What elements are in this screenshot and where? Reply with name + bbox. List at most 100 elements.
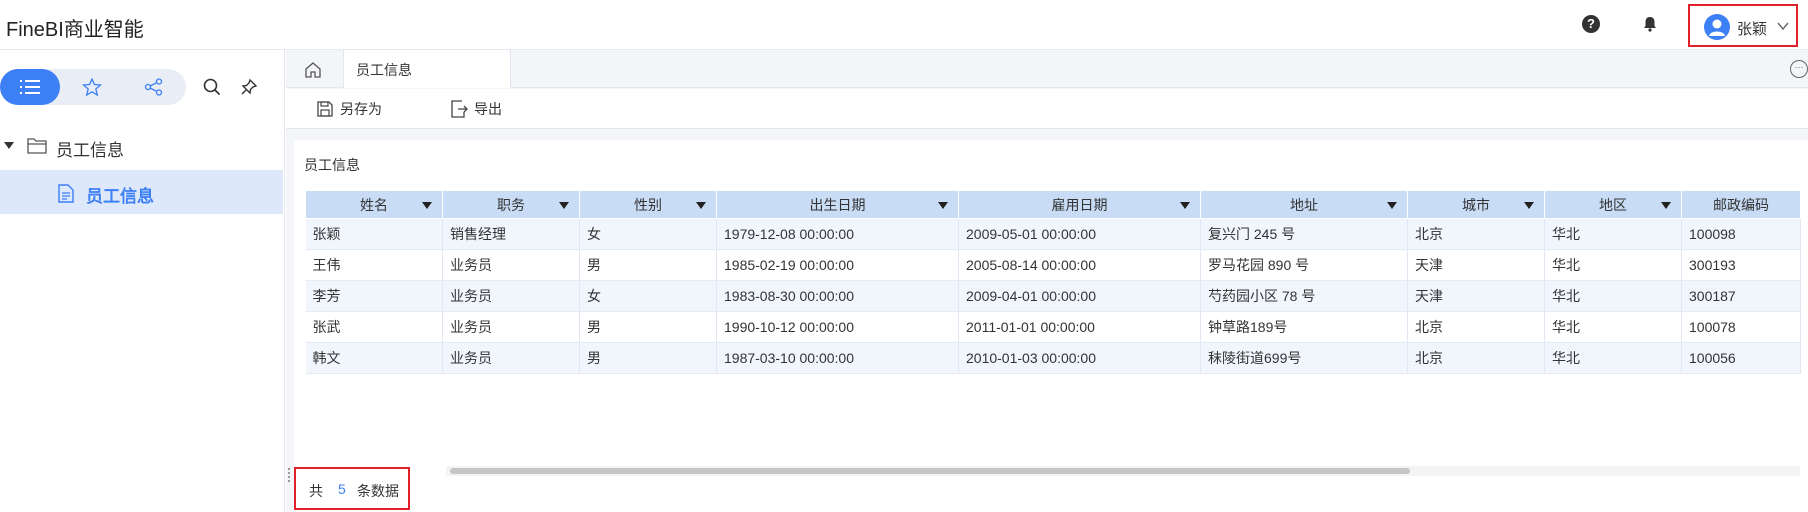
column-header[interactable]: 城市 <box>1407 190 1545 219</box>
table-cell: 2010-01-03 00:00:00 <box>958 342 1201 374</box>
table-cell: 100056 <box>1681 342 1801 374</box>
table-cell: 1985-02-19 00:00:00 <box>716 249 959 281</box>
column-header-label: 地址 <box>1290 196 1318 213</box>
sort-caret-icon[interactable] <box>696 202 706 209</box>
column-header[interactable]: 地区 <box>1544 190 1682 219</box>
sort-caret-icon[interactable] <box>1387 202 1397 209</box>
column-header[interactable]: 雇用日期 <box>958 190 1201 219</box>
user-menu[interactable]: 张颖 <box>1688 4 1798 47</box>
home-icon <box>305 62 321 78</box>
table-cell: 李芳 <box>305 280 443 312</box>
horizontal-scrollbar[interactable] <box>446 466 1800 476</box>
sort-caret-icon[interactable] <box>559 202 569 209</box>
table-cell: 300187 <box>1681 280 1801 312</box>
tree-item-label: 员工信息 <box>86 187 154 206</box>
table-cell: 王伟 <box>305 249 443 281</box>
table-cell: 女 <box>579 280 717 312</box>
sidebar-tab-list[interactable] <box>0 69 60 105</box>
table-cell: 男 <box>579 342 717 374</box>
list-icon <box>20 80 40 94</box>
data-table: 姓名 职务 性别 出生日期 雇用日期 地址 城市 地区 邮政编码 张颖 销售经理女 1979-12-… <box>305 190 1801 374</box>
table-cell: 销售经理 <box>442 218 580 250</box>
table-cell: 1979-12-08 00:00:00 <box>716 218 959 250</box>
caret-down-icon[interactable] <box>4 140 14 150</box>
column-header[interactable]: 出生日期 <box>716 190 959 219</box>
table-cell: 2009-04-01 00:00:00 <box>958 280 1201 312</box>
footer-count: 5 <box>338 481 346 497</box>
save-as-button[interactable]: 另存为 <box>316 89 382 129</box>
table-cell: 1990-10-12 00:00:00 <box>716 311 959 343</box>
tab-home[interactable] <box>286 50 343 88</box>
column-header[interactable]: 邮政编码 <box>1681 190 1801 219</box>
user-icon <box>1709 19 1725 36</box>
tab-bar: 员工信息 ··· <box>286 50 1808 88</box>
table-cell: 2005-08-14 00:00:00 <box>958 249 1201 281</box>
help-icon[interactable]: ? <box>1582 15 1600 33</box>
column-header[interactable]: 性别 <box>579 190 717 219</box>
table-cell: 女 <box>579 218 717 250</box>
sort-caret-icon[interactable] <box>1661 202 1671 209</box>
tree-folder-employee[interactable]: 员工信息 <box>0 128 285 162</box>
table-body: 张颖 销售经理女 1979-12-08 00:00:00 2009-05-01 00:… <box>305 218 1801 374</box>
star-icon[interactable] <box>82 78 102 96</box>
toolbar: 另存为 导出 <box>286 89 1808 129</box>
pin-icon[interactable] <box>240 78 258 96</box>
table-cell: 业务员 <box>442 342 580 374</box>
table-cell: 100078 <box>1681 311 1801 343</box>
bell-icon[interactable] <box>1641 15 1659 33</box>
tree-item-employee[interactable]: 员工信息 <box>0 170 283 214</box>
table-cell: 北京 <box>1407 342 1545 374</box>
export-button[interactable]: 导出 <box>450 89 502 129</box>
sort-caret-icon[interactable] <box>938 202 948 209</box>
table-cell: 天津 <box>1407 280 1545 312</box>
sort-caret-icon[interactable] <box>422 202 432 209</box>
table-cell: 复兴门 245 号 <box>1200 218 1408 250</box>
column-header-label: 职务 <box>497 196 525 213</box>
column-header-label: 姓名 <box>360 196 388 213</box>
table-cell: 钟草路189号 <box>1200 311 1408 343</box>
app-title: FineBI商业智能 <box>6 19 144 41</box>
table-row[interactable]: 李芳 业务员女 1983-08-30 00:00:00 2009-04-01 00:0… <box>305 280 1801 312</box>
avatar <box>1704 14 1730 40</box>
table-cell: 天津 <box>1407 249 1545 281</box>
table-row[interactable]: 韩文 业务员男 1987-03-10 00:00:00 2010-01-03 00:0… <box>305 342 1801 374</box>
sort-caret-icon[interactable] <box>1180 202 1190 209</box>
column-header-label: 性别 <box>634 196 662 213</box>
footer-suffix: 条数据 <box>357 483 399 499</box>
column-header[interactable]: 地址 <box>1200 190 1408 219</box>
table-row[interactable]: 张武 业务员男 1990-10-12 00:00:00 2011-01-01 00:0… <box>305 311 1801 343</box>
table-cell: 北京 <box>1407 218 1545 250</box>
table-cell: 华北 <box>1544 342 1682 374</box>
scrollbar-thumb[interactable] <box>450 468 1410 474</box>
table-row[interactable]: 王伟 业务员男 1985-02-19 00:00:00 2005-08-14 00:0… <box>305 249 1801 281</box>
sort-caret-icon[interactable] <box>1524 202 1534 209</box>
column-header-label: 出生日期 <box>809 196 866 213</box>
share-icon[interactable] <box>144 78 164 96</box>
export-label: 导出 <box>474 101 502 117</box>
table-cell: 1983-08-30 00:00:00 <box>716 280 959 312</box>
table-cell: 华北 <box>1544 249 1682 281</box>
chevron-down-icon <box>1777 22 1789 31</box>
table-row[interactable]: 张颖 销售经理女 1979-12-08 00:00:00 2009-05-01 00:… <box>305 218 1801 250</box>
table-cell: 男 <box>579 249 717 281</box>
column-header-label: 雇用日期 <box>1051 196 1108 213</box>
column-header-label: 城市 <box>1462 196 1490 213</box>
column-header[interactable]: 姓名 <box>305 190 443 219</box>
tab-label: 员工信息 <box>356 62 412 78</box>
table-cell: 业务员 <box>442 311 580 343</box>
column-header-label: 地区 <box>1599 196 1627 213</box>
search-icon[interactable] <box>203 78 221 96</box>
more-icon[interactable]: ··· <box>1790 60 1808 78</box>
column-header-label: 邮政编码 <box>1713 196 1769 213</box>
resize-handle[interactable] <box>288 468 292 482</box>
column-header[interactable]: 职务 <box>442 190 580 219</box>
document-icon <box>58 184 74 203</box>
table-cell: 2011-01-01 00:00:00 <box>958 311 1201 343</box>
table-cell: 华北 <box>1544 218 1682 250</box>
footer-prefix: 共 <box>309 483 323 499</box>
table-cell: 华北 <box>1544 311 1682 343</box>
row-count-footer: 共 5 条数据 <box>294 467 410 510</box>
tab-employee-info[interactable]: 员工信息 <box>343 50 511 88</box>
sidebar: 员工信息 员工信息 <box>0 50 285 512</box>
table-cell: 业务员 <box>442 249 580 281</box>
